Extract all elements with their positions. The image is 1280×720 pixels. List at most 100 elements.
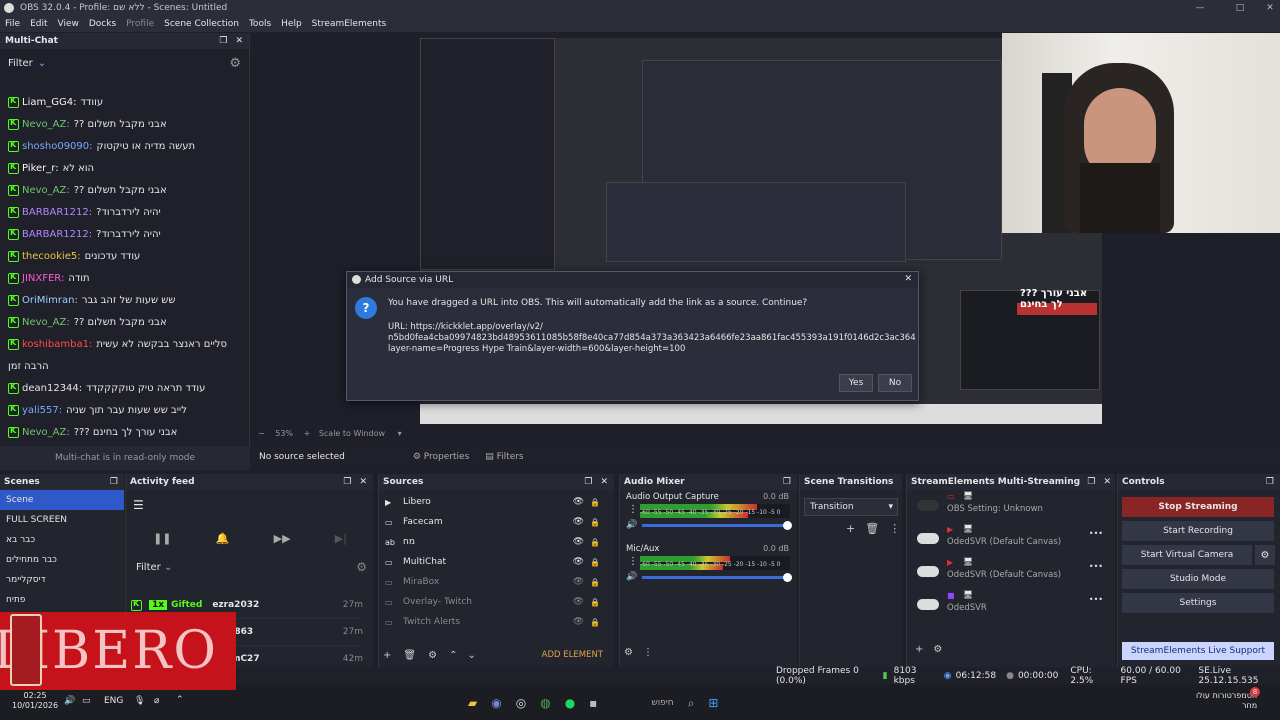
menu-tools[interactable]: Tools xyxy=(244,19,276,29)
hamburger-icon[interactable]: ☰ xyxy=(133,498,144,512)
network-icon[interactable]: ▭ xyxy=(82,696,91,706)
volume-icon[interactable]: 🔊 xyxy=(626,520,637,530)
more-icon[interactable]: ••• xyxy=(1089,529,1103,538)
menu-file[interactable]: File xyxy=(0,19,25,29)
toggle-switch[interactable] xyxy=(917,533,939,544)
meet-now-icon[interactable]: ⌀ xyxy=(154,696,159,706)
trash-icon[interactable]: 🗑 xyxy=(865,522,879,535)
scene-item[interactable]: פתיח xyxy=(0,590,124,610)
source-item[interactable]: ▭ MultiChat 👁 🔒 xyxy=(379,552,614,572)
transition-select[interactable]: Transition ▾ xyxy=(804,498,898,516)
microphone-icon[interactable]: 🎙 xyxy=(134,696,145,706)
dock-float-icon[interactable]: ❐ xyxy=(1087,477,1095,487)
discord-icon[interactable]: ◉ xyxy=(491,696,501,710)
menu-docks[interactable]: Docks xyxy=(84,19,121,29)
dock-float-icon[interactable]: ❐ xyxy=(584,477,592,487)
scene-item[interactable]: כבר בא xyxy=(0,530,124,550)
close-window-icon[interactable]: ✕ xyxy=(1250,0,1280,16)
zoom-plus-icon[interactable]: + xyxy=(304,429,311,438)
add-icon[interactable]: + xyxy=(915,644,923,655)
menu-help[interactable]: Help xyxy=(276,19,307,29)
windows-start-icon[interactable]: ⊞ xyxy=(708,696,718,710)
start-recording-button[interactable]: Start Recording xyxy=(1122,521,1274,541)
arrow-up-icon[interactable]: ⌃ xyxy=(449,650,457,661)
scale-mode[interactable]: Scale to Window xyxy=(319,429,385,438)
toggle-switch[interactable] xyxy=(917,566,939,577)
zoom-minus-icon[interactable]: − xyxy=(258,429,265,438)
volume-icon[interactable]: 🔊 xyxy=(626,572,637,582)
stop-streaming-button[interactable]: Stop Streaming xyxy=(1122,497,1274,517)
more-icon[interactable]: ⋮ xyxy=(889,522,900,535)
menu-scene-collection[interactable]: Scene Collection xyxy=(159,19,244,29)
trash-icon[interactable]: 🗑 xyxy=(403,650,416,661)
chat-filter-label[interactable]: Filter xyxy=(8,58,33,69)
visibility-eye-icon[interactable]: 👁 xyxy=(573,557,584,567)
source-item[interactable]: ▶ Libero 👁 🔒 xyxy=(379,492,614,512)
scene-item[interactable]: FULL SCREEN xyxy=(0,510,124,530)
menu-profile[interactable]: Profile xyxy=(121,19,159,29)
dock-float-icon[interactable]: ❐ xyxy=(110,477,118,487)
scene-item[interactable]: Scene xyxy=(0,490,124,510)
dock-close-icon[interactable]: ✕ xyxy=(600,477,608,487)
toggle-switch[interactable] xyxy=(917,599,939,610)
lock-icon[interactable]: 🔒 xyxy=(590,598,600,607)
source-item[interactable]: ▭ Twitch Alerts 👁 🔒 xyxy=(379,612,614,632)
properties-button[interactable]: ⚙ Properties xyxy=(413,452,469,462)
visibility-eye-icon[interactable]: 👁 xyxy=(573,497,584,507)
source-item[interactable]: ▭ Facecam 👁 🔒 xyxy=(379,512,614,532)
visibility-eye-icon[interactable]: 👁 xyxy=(573,597,584,607)
spotify-icon[interactable]: ● xyxy=(565,696,575,710)
chevron-down-icon[interactable]: ⌄ xyxy=(38,58,46,69)
search-box[interactable]: חיפוש xyxy=(651,698,673,708)
dock-float-icon[interactable]: ❐ xyxy=(1266,477,1274,487)
lock-icon[interactable]: 🔒 xyxy=(590,618,600,627)
search-icon[interactable]: ⌕ xyxy=(688,696,695,711)
more-icon[interactable]: ••• xyxy=(1089,595,1103,604)
more-icon[interactable]: ⋮ xyxy=(628,504,638,515)
scene-item[interactable]: דיסקליימר xyxy=(0,570,124,590)
gear-icon[interactable]: ⚙ xyxy=(229,56,241,71)
more-icon[interactable]: ⋮ xyxy=(643,647,653,658)
close-icon[interactable]: ✕ xyxy=(904,274,912,284)
lock-icon[interactable]: 🔒 xyxy=(590,538,600,547)
arrow-down-icon[interactable]: ⌄ xyxy=(467,650,475,661)
obs-taskbar-icon[interactable]: ◎ xyxy=(516,696,526,710)
studio-mode-button[interactable]: Studio Mode xyxy=(1122,569,1274,589)
clock[interactable]: 02:25 10/01/2026 xyxy=(12,691,58,711)
tray-chevron-icon[interactable]: ⌃ xyxy=(176,695,184,705)
volume-icon[interactable]: 🔊 xyxy=(64,696,75,706)
menu-edit[interactable]: Edit xyxy=(25,19,52,29)
gear-icon[interactable]: ⚙ xyxy=(624,647,633,658)
dock-close-icon[interactable]: ✕ xyxy=(235,36,243,46)
file-explorer-icon[interactable]: ▰ xyxy=(468,696,477,710)
weather-widget[interactable]: הטמפרטורות עולו מחר xyxy=(1196,691,1257,711)
dock-float-icon[interactable]: ❐ xyxy=(343,477,351,487)
dock-close-icon[interactable]: ✕ xyxy=(1103,477,1111,487)
bell-icon[interactable]: 🔔 xyxy=(216,532,230,545)
gear-icon[interactable]: ⚙ xyxy=(428,650,437,661)
more-icon[interactable]: ⋮ xyxy=(628,556,638,567)
source-item[interactable]: ▭ MiraBox 👁 🔒 xyxy=(379,572,614,592)
skip-icon[interactable]: ▶▶ xyxy=(274,532,291,545)
volume-slider-handle[interactable] xyxy=(783,573,792,582)
gear-icon[interactable]: ⚙ xyxy=(1255,545,1275,565)
visibility-eye-icon[interactable]: 👁 xyxy=(573,537,584,547)
toggle-switch[interactable] xyxy=(917,500,939,511)
settings-button[interactable]: Settings xyxy=(1122,593,1274,613)
add-icon[interactable]: + xyxy=(846,522,855,535)
pause-icon[interactable]: ❚❚ xyxy=(153,532,171,545)
dock-float-icon[interactable]: ❐ xyxy=(219,36,227,46)
menu-streamelements[interactable]: StreamElements xyxy=(307,19,392,29)
language-indicator[interactable]: ENG xyxy=(104,696,123,706)
filters-button[interactable]: ▤ Filters xyxy=(485,452,523,462)
chevron-down-icon[interactable]: ▾ xyxy=(398,429,402,438)
volume-slider[interactable] xyxy=(642,573,792,582)
source-item[interactable]: ab מח 👁 🔒 xyxy=(379,532,614,552)
menu-view[interactable]: View xyxy=(53,19,84,29)
live-support-button[interactable]: StreamElements Live Support xyxy=(1122,642,1274,660)
lock-icon[interactable]: 🔒 xyxy=(590,498,600,507)
lock-icon[interactable]: 🔒 xyxy=(590,518,600,527)
more-icon[interactable]: ••• xyxy=(1089,562,1103,571)
add-icon[interactable]: + xyxy=(383,650,391,661)
add-element-button[interactable]: ADD ELEMENT xyxy=(542,650,603,660)
